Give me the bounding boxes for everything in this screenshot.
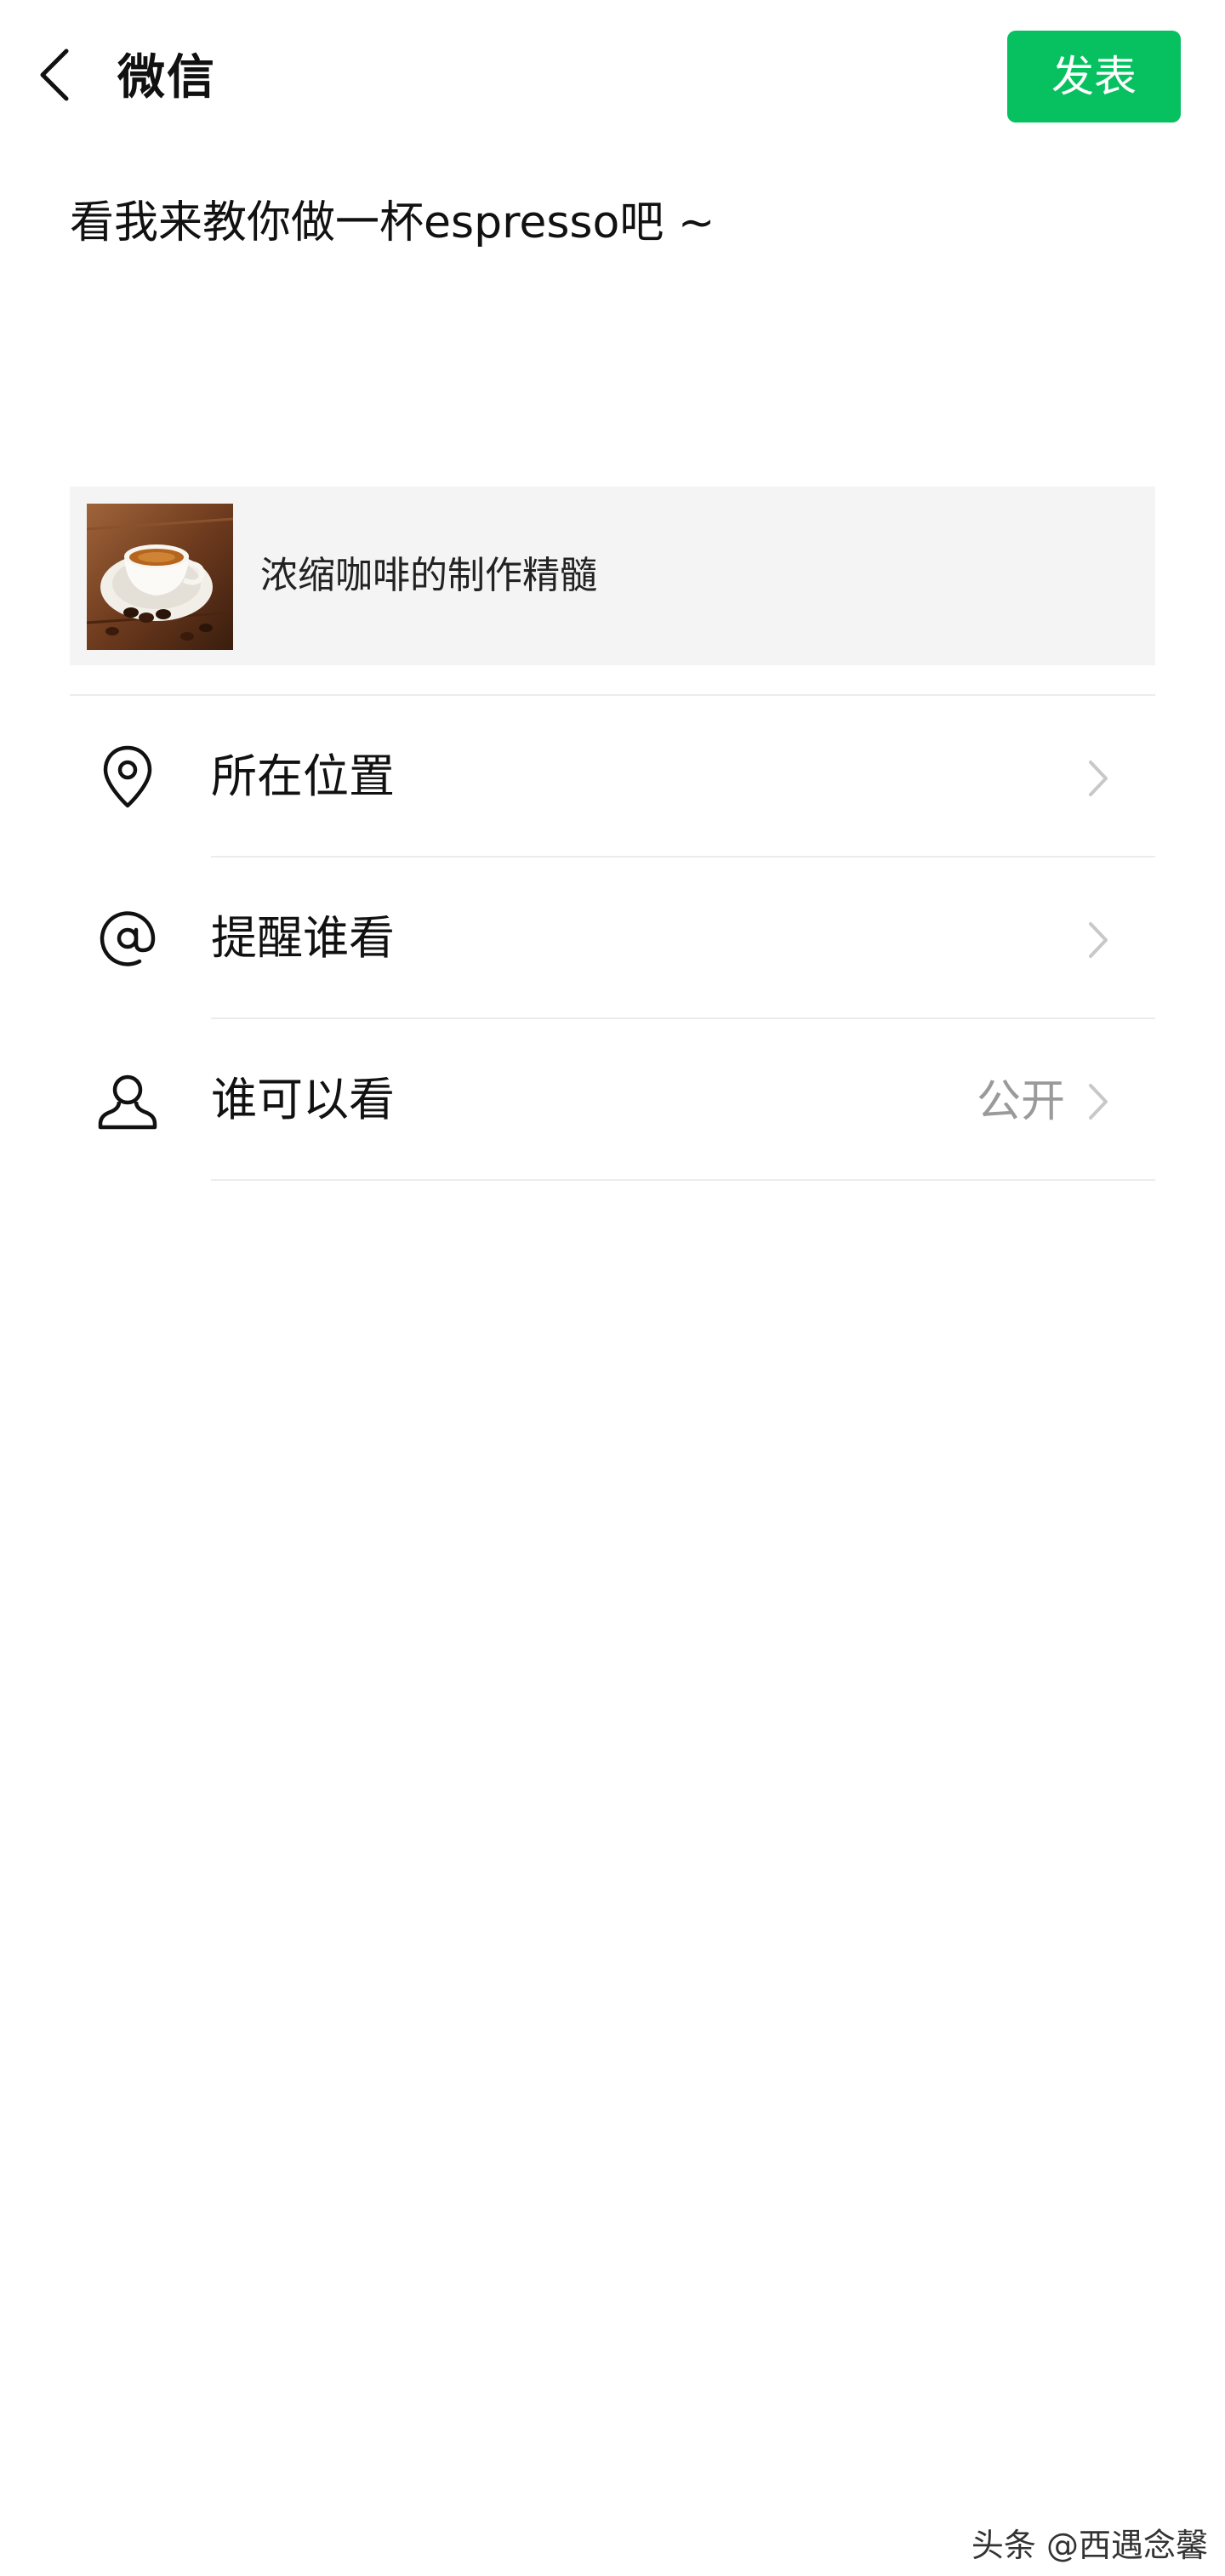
chevron-right-icon xyxy=(1089,922,1108,958)
espresso-cup-thumbnail xyxy=(87,504,233,650)
watermark: 头条 @西遇念馨 xyxy=(971,2527,1208,2564)
visibility-value: 公开 xyxy=(976,1076,1065,1127)
option-label: 谁可以看 xyxy=(211,1073,395,1126)
top-bar: 微信 发表 xyxy=(0,0,1225,153)
person-icon xyxy=(98,1074,157,1130)
page-title: 微信 xyxy=(117,50,216,105)
option-visibility[interactable]: 谁可以看 公开 xyxy=(70,1019,1155,1181)
option-mention[interactable]: 提醒谁看 xyxy=(70,858,1155,1019)
at-mention-icon xyxy=(100,911,156,966)
divider xyxy=(211,1179,1155,1181)
chevron-right-icon xyxy=(1089,1084,1108,1120)
location-pin-icon xyxy=(103,745,152,808)
option-label: 提醒谁看 xyxy=(211,911,395,965)
chevron-right-icon xyxy=(1089,761,1108,796)
option-location[interactable]: 所在位置 xyxy=(70,696,1155,858)
shared-link-card[interactable]: 浓缩咖啡的制作精髓 xyxy=(70,487,1155,665)
back-button[interactable] xyxy=(31,44,85,105)
moments-compose-page: 微信 发表 看我来教你做一杯espresso吧 ~ 浓缩咖啡的制作精髓 所在位置… xyxy=(0,0,1225,2576)
publish-button[interactable]: 发表 xyxy=(1007,31,1181,123)
post-text-input[interactable]: 看我来教你做一杯espresso吧 ~ xyxy=(70,191,715,255)
chevron-left-icon xyxy=(40,48,69,101)
link-card-title: 浓缩咖啡的制作精髓 xyxy=(260,554,597,597)
option-label: 所在位置 xyxy=(211,749,395,803)
